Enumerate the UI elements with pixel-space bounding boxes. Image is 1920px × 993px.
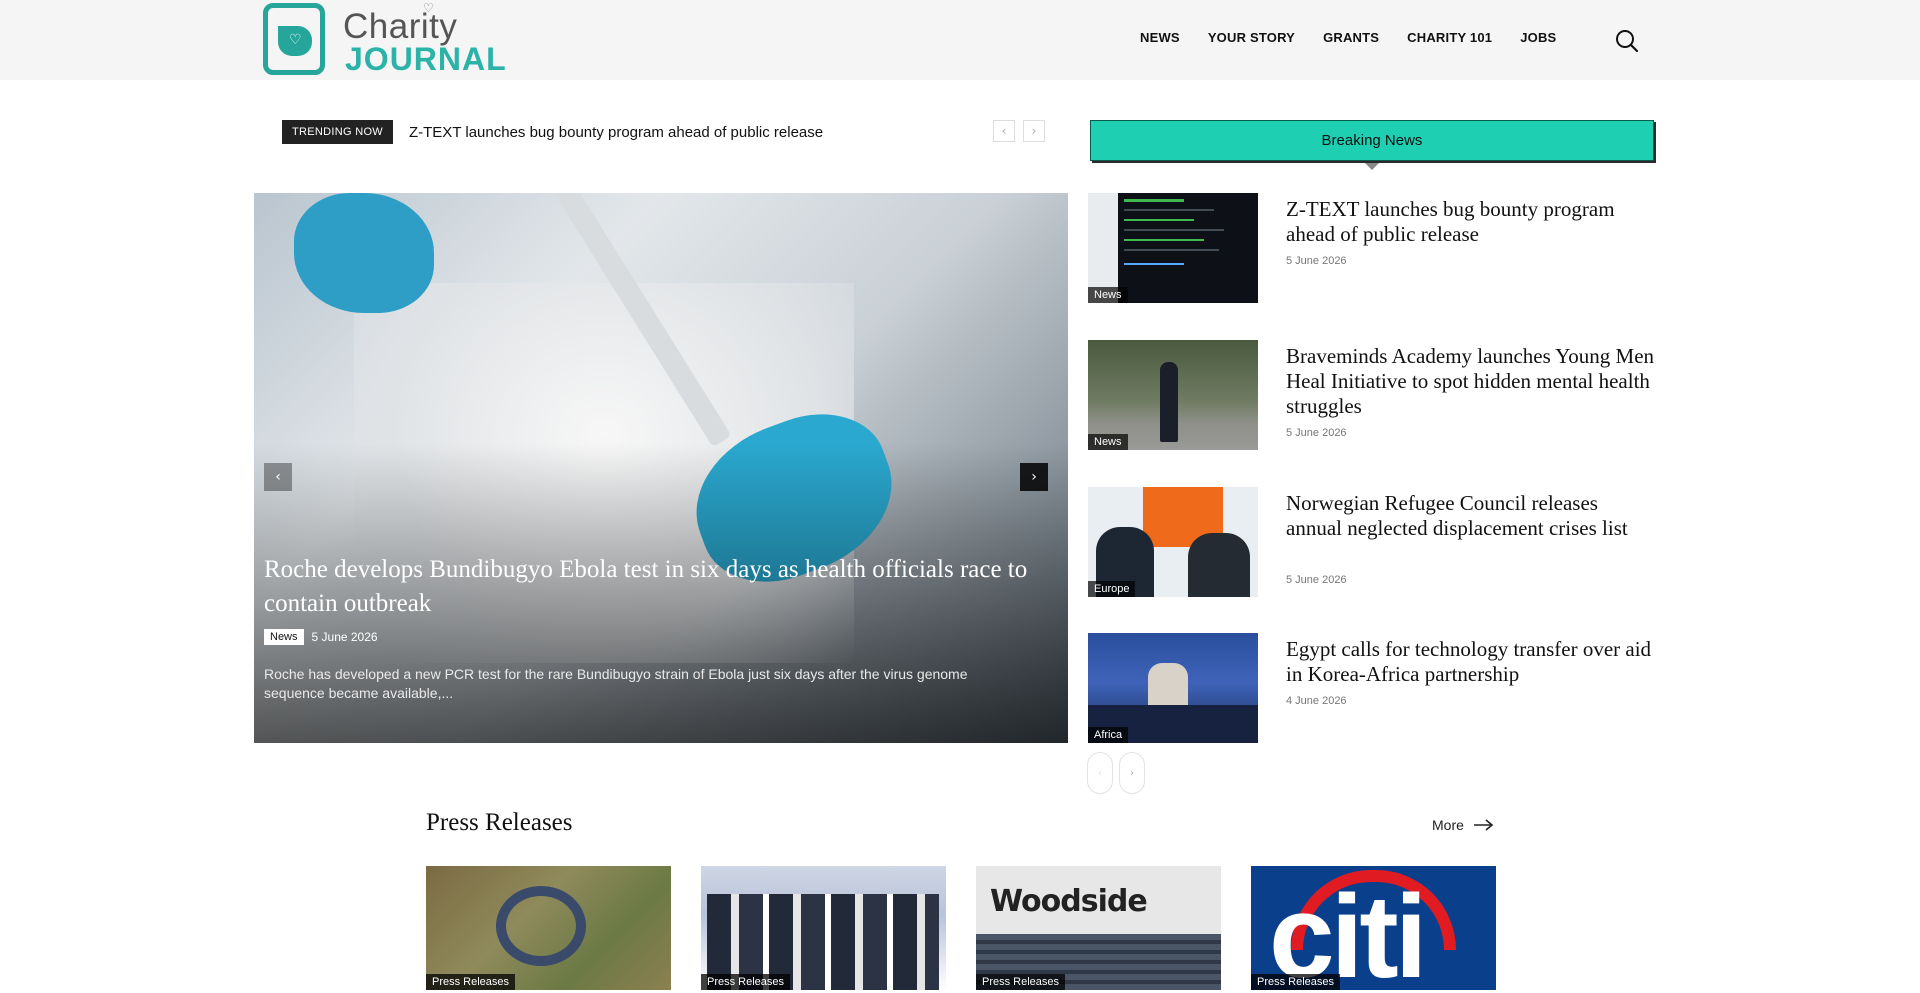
article-date: 4 June 2026 <box>1286 695 1347 707</box>
category-badge[interactable]: Europe <box>1088 581 1136 597</box>
list-item[interactable]: News Z-TEXT launches bug bounty program … <box>1088 193 1668 303</box>
hero-title[interactable]: Roche develops Bundibugyo Ebola test in … <box>264 553 1054 621</box>
list-item[interactable]: Africa Egypt calls for technology transf… <box>1088 633 1668 743</box>
more-label: More <box>1432 817 1464 833</box>
article-date: 5 June 2026 <box>1286 574 1347 586</box>
nav-news[interactable]: NEWS <box>1140 30 1180 45</box>
list-item[interactable]: News Braveminds Academy launches Young M… <box>1088 340 1668 450</box>
nav-grants[interactable]: GRANTS <box>1323 30 1379 45</box>
category-badge[interactable]: Press Releases <box>426 974 516 990</box>
section-title-press-releases: Press Releases <box>426 809 573 836</box>
chevron-left-icon[interactable]: ‹ <box>1087 752 1113 794</box>
hero-slider[interactable]: ‹ › Roche develops Bundibugyo Ebola test… <box>254 193 1068 743</box>
more-link[interactable]: More <box>1432 817 1494 833</box>
hero-meta: News 5 June 2026 <box>264 629 378 645</box>
category-badge[interactable]: Press Releases <box>1251 974 1341 990</box>
slider-prev-button[interactable]: ‹ <box>264 463 292 491</box>
hero-excerpt: Roche has developed a new PCR test for t… <box>264 666 968 701</box>
press-card[interactable]: Woodside Press Releases <box>976 866 1221 990</box>
trending-headline[interactable]: Z-TEXT launches bug bounty program ahead… <box>409 124 823 141</box>
press-card[interactable]: Press Releases <box>701 866 946 990</box>
site-header: ♡ ♡ Charity JOURNAL NEWS YOUR STORY GRAN… <box>0 0 1920 80</box>
chevron-left-icon[interactable]: ‹ <box>993 120 1015 142</box>
article-title[interactable]: Braveminds Academy launches Young Men He… <box>1286 344 1656 419</box>
article-thumbnail[interactable]: Europe <box>1088 487 1258 597</box>
chevron-right-icon[interactable]: › <box>1023 120 1045 142</box>
press-card[interactable]: citi Press Releases <box>1251 866 1496 990</box>
trending-arrows: ‹ › <box>993 120 1045 142</box>
woodside-logo: Woodside <box>990 884 1148 919</box>
category-badge[interactable]: News <box>1088 434 1128 450</box>
trending-label: TRENDING NOW <box>282 120 393 144</box>
nav-jobs[interactable]: JOBS <box>1520 30 1556 45</box>
press-card[interactable]: Press Releases <box>426 866 671 990</box>
article-date: 5 June 2026 <box>1286 427 1347 439</box>
category-badge[interactable]: Africa <box>1088 727 1129 743</box>
arrow-right-icon <box>1473 819 1494 831</box>
nav-charity-101[interactable]: CHARITY 101 <box>1407 30 1492 45</box>
article-title[interactable]: Norwegian Refugee Council releases annua… <box>1286 491 1656 541</box>
charity-hands-icon: ♡ <box>263 3 325 75</box>
article-thumbnail[interactable]: News <box>1088 193 1258 303</box>
search-icon[interactable] <box>1614 28 1640 54</box>
category-badge[interactable]: News <box>1088 287 1128 303</box>
logo-text-journal: JOURNAL <box>345 41 507 77</box>
article-thumbnail[interactable]: News <box>1088 340 1258 450</box>
category-badge[interactable]: Press Releases <box>976 974 1066 990</box>
breaking-pagination: ‹ › <box>1087 752 1145 794</box>
trending-bar: TRENDING NOW Z-TEXT launches bug bounty … <box>282 120 823 144</box>
caret-down-icon <box>1365 163 1379 170</box>
breaking-news-header: Breaking News <box>1090 120 1654 161</box>
hero-date: 5 June 2026 <box>311 630 378 644</box>
site-logo[interactable]: ♡ ♡ Charity JOURNAL <box>263 1 523 77</box>
main-nav: NEWS YOUR STORY GRANTS CHARITY 101 JOBS <box>1140 30 1584 45</box>
slider-next-button[interactable]: › <box>1020 463 1048 491</box>
article-title[interactable]: Egypt calls for technology transfer over… <box>1286 637 1656 687</box>
article-thumbnail[interactable]: Africa <box>1088 633 1258 743</box>
category-badge[interactable]: Press Releases <box>701 974 791 990</box>
chevron-right-icon[interactable]: › <box>1119 752 1145 794</box>
nav-your-story[interactable]: YOUR STORY <box>1208 30 1295 45</box>
article-date: 5 June 2026 <box>1286 255 1347 267</box>
article-title[interactable]: Z-TEXT launches bug bounty program ahead… <box>1286 197 1656 247</box>
list-item[interactable]: Europe Norwegian Refugee Council release… <box>1088 487 1668 597</box>
hero-category-badge[interactable]: News <box>264 629 304 645</box>
